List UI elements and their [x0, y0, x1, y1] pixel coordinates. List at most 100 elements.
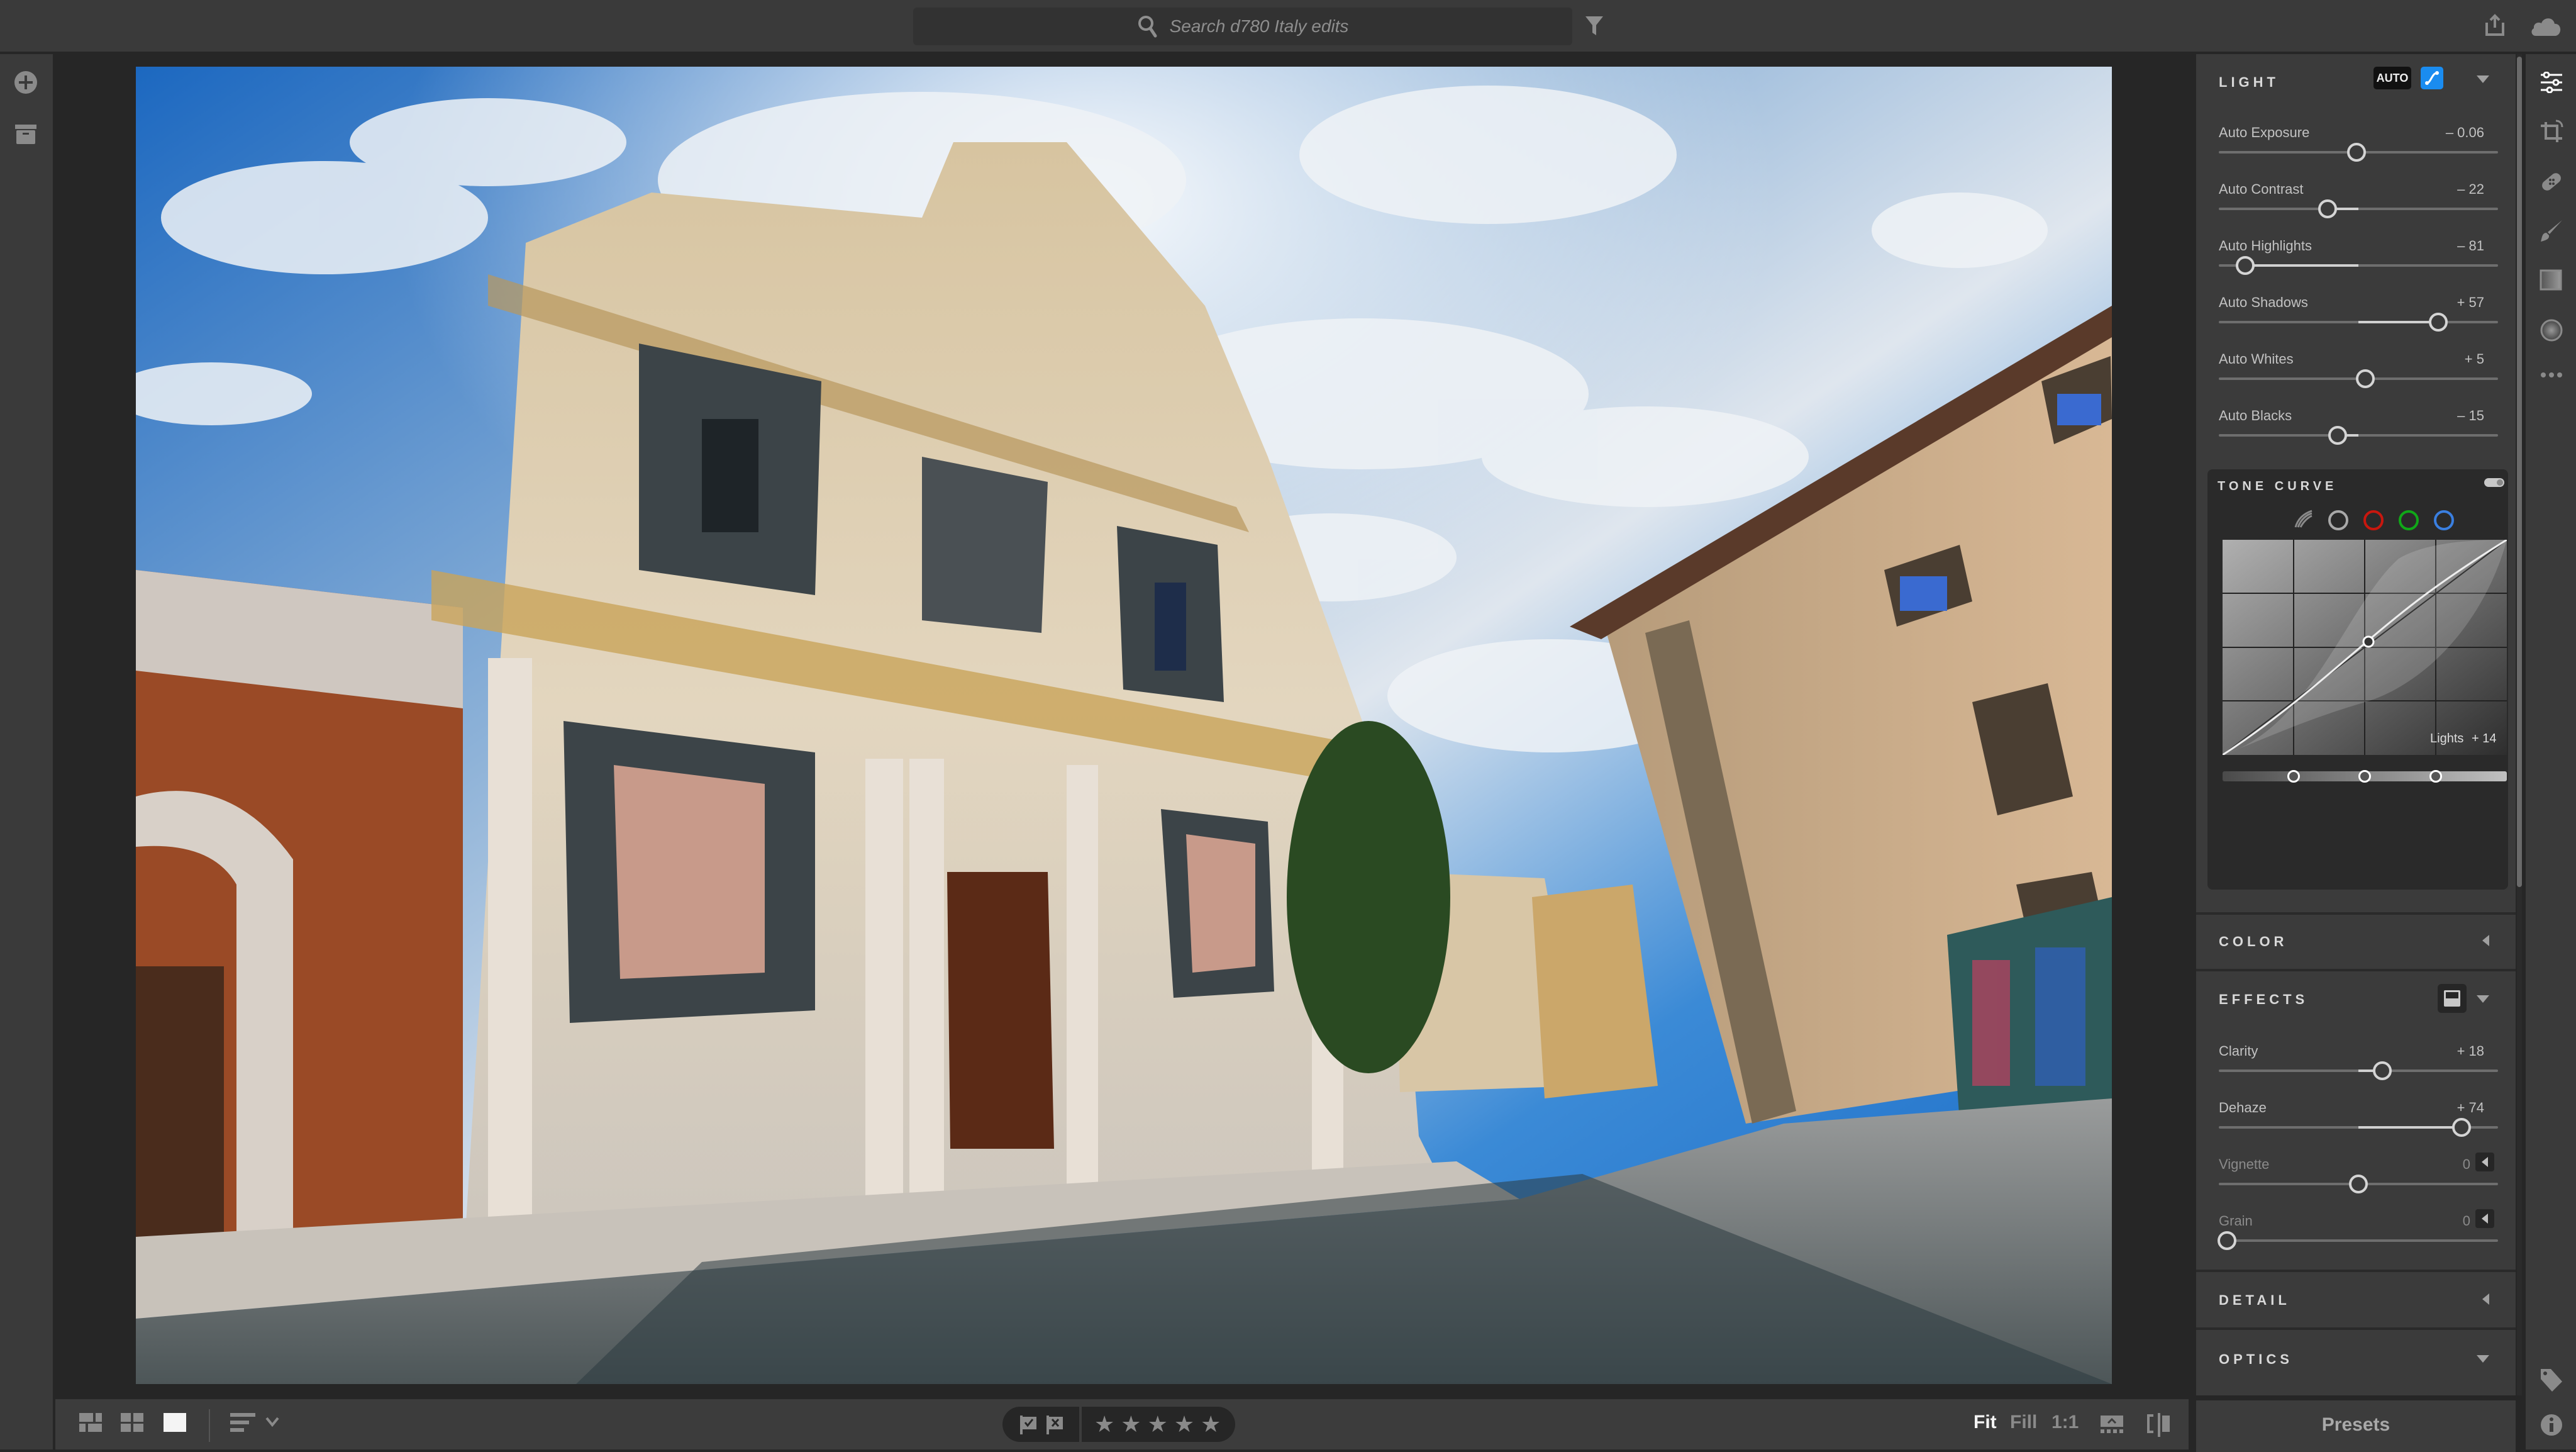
cloud-icon[interactable]	[2529, 15, 2562, 36]
star-icon[interactable]: ★	[1121, 1413, 1141, 1436]
slider-value[interactable]: + 18	[2457, 1043, 2484, 1059]
presets-bar[interactable]: Presets	[2196, 1398, 2516, 1452]
sort-icon[interactable]	[230, 1413, 258, 1432]
slider-value[interactable]: 0	[2463, 1213, 2470, 1229]
tone-curve-toggle[interactable]	[2484, 478, 2504, 487]
curve-channel-selector	[2293, 510, 2454, 532]
slider-knob[interactable]	[2356, 369, 2375, 388]
curve-point	[2362, 635, 2375, 648]
filmstrip-icon[interactable]	[2101, 1416, 2124, 1434]
detail-view-icon[interactable]	[164, 1413, 186, 1432]
channel-rgb-button[interactable]	[2328, 510, 2348, 530]
slider-fill	[2245, 264, 2358, 267]
channel-green-button[interactable]	[2399, 510, 2419, 530]
region-split-knob[interactable]	[2358, 770, 2371, 783]
slider-value[interactable]: – 22	[2457, 181, 2484, 198]
auto-button[interactable]: AUTO	[2373, 67, 2411, 89]
color-section-title[interactable]: COLOR	[2219, 934, 2287, 950]
zoom-Fill-button[interactable]: Fill	[2010, 1412, 2037, 1433]
effects-collapse-icon[interactable]	[2477, 995, 2489, 1003]
flag-reject-icon[interactable]	[1046, 1416, 1064, 1434]
flag-rating-pill: ★ ★ ★ ★ ★	[1002, 1407, 1235, 1442]
panel-scrollbar-thumb[interactable]	[2517, 57, 2522, 887]
slider-value[interactable]: + 5	[2465, 351, 2484, 367]
share-icon[interactable]	[2484, 14, 2506, 36]
slider-label: Grain	[2219, 1213, 2253, 1229]
more-icon[interactable]	[2540, 371, 2563, 379]
slider-track[interactable]	[2218, 1231, 2498, 1250]
slider-track[interactable]	[2219, 313, 2498, 332]
color-expand-icon[interactable]	[2482, 935, 2489, 946]
slider-knob[interactable]	[2372, 1061, 2392, 1080]
search-field[interactable]: Search d780 Italy edits	[913, 8, 1572, 45]
linear-gradient-icon[interactable]	[2540, 269, 2562, 291]
slider-track[interactable]	[2219, 143, 2498, 162]
photo-preview[interactable]	[136, 67, 2112, 1384]
info-icon[interactable]	[2540, 1413, 2563, 1437]
detail-expand-icon[interactable]	[2482, 1293, 2489, 1305]
slider-knob[interactable]	[2328, 426, 2347, 445]
expand-subpanel-button[interactable]	[2475, 1153, 2494, 1171]
slider-knob[interactable]	[2347, 143, 2367, 162]
crop-icon[interactable]	[2540, 120, 2563, 145]
region-split-knob[interactable]	[2429, 770, 2442, 783]
slider-value[interactable]: – 0.06	[2446, 125, 2484, 141]
star-icon[interactable]: ★	[1201, 1413, 1221, 1436]
photo-church-door	[947, 872, 1054, 1149]
optics-section-title[interactable]: OPTICS	[2219, 1351, 2293, 1368]
presets-button[interactable]: Presets	[2196, 1414, 2516, 1436]
star-icon[interactable]: ★	[1174, 1413, 1194, 1436]
region-split-knob[interactable]	[2287, 770, 2300, 783]
grid-icon[interactable]	[121, 1413, 143, 1432]
curve-toggle-button[interactable]	[2421, 67, 2443, 89]
star-rating[interactable]: ★ ★ ★ ★ ★	[1094, 1413, 1221, 1436]
slider-track[interactable]	[2219, 1175, 2498, 1193]
slider-track[interactable]	[2219, 1118, 2498, 1137]
star-icon[interactable]: ★	[1148, 1413, 1168, 1436]
filter-icon[interactable]	[1585, 15, 1604, 36]
tone-curve-graph[interactable]: Lights + 14	[2223, 540, 2507, 755]
channel-red-button[interactable]	[2363, 510, 2384, 530]
slider-track[interactable]	[2219, 426, 2498, 445]
chevron-down-icon[interactable]	[265, 1417, 279, 1427]
compare-icon[interactable]	[2147, 1413, 2171, 1437]
search-placeholder: Search d780 Italy edits	[1169, 16, 1349, 36]
square-grid-icon[interactable]	[79, 1413, 102, 1432]
slider-knob[interactable]	[2318, 199, 2338, 218]
slider-knob[interactable]	[2452, 1118, 2472, 1137]
expand-subpanel-button[interactable]	[2475, 1209, 2494, 1228]
slider-value[interactable]: + 57	[2457, 294, 2484, 311]
slider-label: Vignette	[2219, 1156, 2270, 1172]
slider-track[interactable]	[2219, 256, 2498, 275]
keyword-tag-icon[interactable]	[2540, 1368, 2563, 1393]
slider-track[interactable]	[2219, 1061, 2498, 1080]
radial-gradient-icon[interactable]	[2540, 318, 2563, 342]
slider-track[interactable]	[2219, 369, 2498, 388]
channel-blue-button[interactable]	[2434, 510, 2454, 530]
light-collapse-icon[interactable]	[2477, 75, 2489, 83]
slider-knob[interactable]	[2236, 256, 2255, 275]
slider-value[interactable]: 0	[2463, 1156, 2470, 1173]
slider-value[interactable]: – 81	[2457, 238, 2484, 254]
slider-knob[interactable]	[2428, 313, 2448, 332]
edit-sliders-icon[interactable]	[2540, 72, 2563, 93]
effects-preset-button[interactable]	[2438, 984, 2467, 1013]
slider-value[interactable]: + 74	[2457, 1100, 2484, 1116]
section-divider	[2196, 969, 2516, 971]
parametric-curve-icon	[2294, 510, 2312, 528]
optics-collapse-icon[interactable]	[2477, 1355, 2489, 1363]
zoom-1-1-button[interactable]: 1:1	[2051, 1412, 2079, 1433]
add-photos-icon[interactable]	[14, 70, 38, 94]
healing-icon[interactable]	[2540, 170, 2563, 194]
brush-icon[interactable]	[2540, 219, 2563, 243]
slider-knob[interactable]	[2218, 1231, 2236, 1250]
slider-value[interactable]: – 15	[2457, 408, 2484, 424]
zoom-Fit-button[interactable]: Fit	[1974, 1412, 1997, 1433]
flag-pick-icon[interactable]	[1020, 1416, 1038, 1434]
star-icon[interactable]: ★	[1094, 1413, 1114, 1436]
slider-track[interactable]	[2219, 199, 2498, 218]
channel-parametric-button[interactable]	[2293, 510, 2313, 532]
detail-section-title[interactable]: DETAIL	[2219, 1292, 2290, 1309]
archive-icon[interactable]	[15, 125, 36, 145]
slider-knob[interactable]	[2349, 1175, 2368, 1193]
